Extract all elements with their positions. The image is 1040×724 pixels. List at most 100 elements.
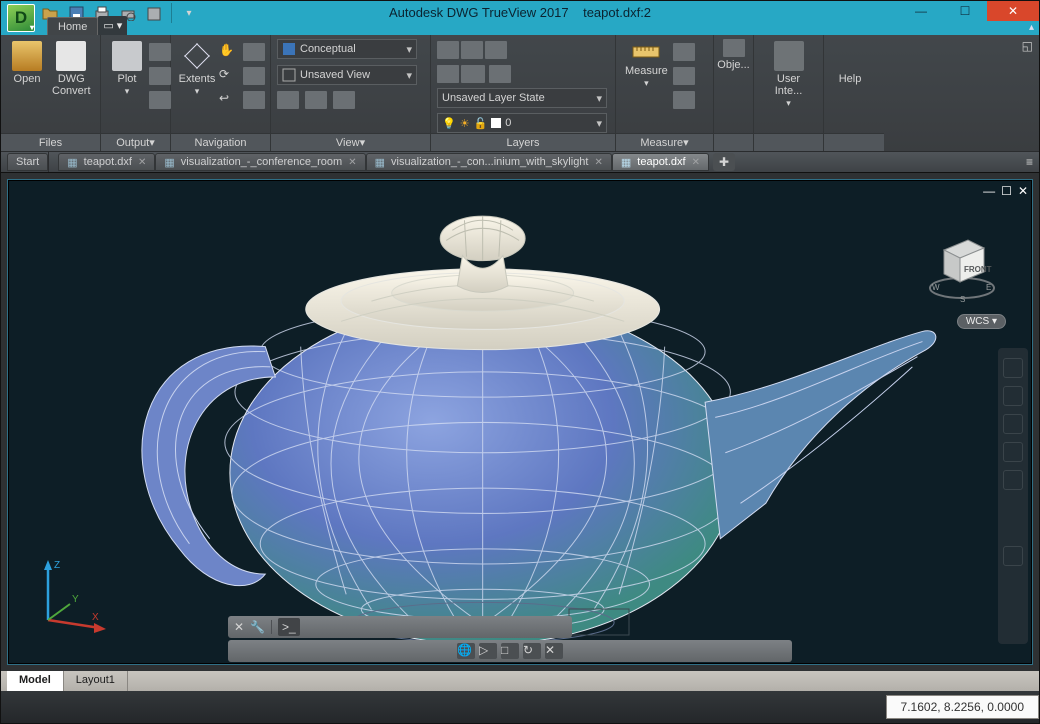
navigation-panel-title: Navigation [171,133,270,151]
visual-style-dropdown[interactable]: Conceptual▾ [277,39,417,59]
start-tab[interactable]: Start [7,153,48,171]
extents-button[interactable]: Extents▾ [177,39,217,133]
doc-tab-3[interactable]: ▦visualization_-_con...inium_with_skylig… [366,153,612,171]
coordinates-readout: 7.1602, 8.2256, 0.0000 [886,695,1039,719]
square-icon[interactable]: □ [501,643,519,659]
plot-button[interactable]: Plot▾ [107,39,147,133]
layers-c-icon[interactable] [489,65,511,83]
command-bar[interactable]: ✕ 🔧 >_ [228,616,572,638]
ucs-icon[interactable]: Z X Y [30,558,110,638]
view-manager-icon[interactable] [277,91,299,109]
model-tab[interactable]: Model [7,671,64,691]
layers-a-icon[interactable] [437,65,459,83]
zoom-tool-icon[interactable] [1003,414,1023,434]
doc-tab-2[interactable]: ▦visualization_-_conference_room✕ [155,153,365,171]
extra-tab[interactable]: ▭ ▾ [98,16,127,35]
app-logo[interactable]: D▾ [7,4,35,32]
minimize-button[interactable]: — [899,1,943,21]
svg-text:Z: Z [54,560,60,571]
measure-panel-title: Measure ▾ [616,133,713,151]
close-icon[interactable]: ✕ [138,157,146,168]
world-icon[interactable]: 🌐 [457,643,475,659]
layout-tabs: Model Layout1 [1,671,1039,691]
ribbon-minimize-icon[interactable]: ▴ [1029,22,1034,33]
clear-icon[interactable]: ✕ [234,620,244,634]
back-icon[interactable]: ↩ [219,91,241,109]
layer-isolate-icon[interactable] [485,41,507,59]
viewport-area: — ☐ ✕ [1,173,1039,671]
teapot-model[interactable] [58,200,968,645]
svg-text:E: E [986,283,991,292]
layers-panel-title: Layers [431,133,615,151]
orbit-icon[interactable]: ⟳ [219,67,241,85]
files-panel-title: Files [1,133,100,151]
orbit-tool-icon[interactable] [1003,442,1023,462]
tab-overflow-icon[interactable]: ≡ [1026,155,1033,169]
batch-plot-icon[interactable] [149,43,171,61]
close-button[interactable]: ✕ [987,1,1039,21]
showmotion-icon[interactable] [1003,470,1023,490]
viewport[interactable]: — ☐ ✕ [7,179,1033,665]
command-prompt-icon[interactable]: >_ [278,618,300,636]
navbar-settings-icon[interactable] [1003,546,1023,566]
viewport-maximize-icon[interactable]: ☐ [1001,184,1012,198]
status-bar: 7.1602, 8.2256, 0.0000 [1,691,1039,723]
open-button[interactable]: Open [7,39,47,133]
new-tab-button[interactable]: ✚ [713,153,735,171]
user-interface-button[interactable]: User Inte...▾ [760,39,817,133]
navigation-bar [998,348,1028,644]
view-panel-title: View ▾ [271,133,430,151]
svg-text:Y: Y [72,594,79,605]
help-button[interactable]: Help [830,39,870,133]
pan-icon[interactable]: ✋ [219,43,241,61]
list-icon[interactable] [673,91,695,109]
svg-text:W: W [932,283,940,292]
model-status-bar: 🌐 ▷ □ ↻ ✕ [228,640,792,662]
steering-wheel-icon[interactable] [243,91,265,109]
doc-tab-active[interactable]: ▦teapot.dxf✕ [612,153,709,171]
svg-text:X: X [92,612,99,623]
svg-text:S: S [960,295,965,304]
distance-icon[interactable] [673,43,695,61]
customize-icon[interactable]: 🔧 [250,620,265,634]
viewport-close-icon[interactable]: ✕ [1018,184,1028,198]
zoom-previous-icon[interactable] [243,67,265,85]
join-viewport-icon[interactable] [333,91,355,109]
plotter-manager-icon[interactable] [149,91,171,109]
layer-state-dropdown[interactable]: Unsaved Layer State▾ [437,88,607,108]
qat-dropdown-icon[interactable]: ▾ [178,3,200,23]
layer-properties-icon[interactable] [437,41,459,59]
area-icon[interactable] [673,67,695,85]
zoom-window-icon[interactable] [243,43,265,61]
named-view-dropdown[interactable]: Unsaved View▾ [277,65,417,85]
close-icon-2[interactable]: ✕ [545,643,563,659]
dwg-convert-label: DWG Convert [52,73,91,97]
publish-icon[interactable] [143,3,165,23]
maximize-button[interactable]: ☐ [943,1,987,21]
measure-button[interactable]: Measure▾ [622,39,671,133]
viewcube[interactable]: S W E FRONT [922,226,1002,306]
play-icon[interactable]: ▷ [479,643,497,659]
layout1-tab[interactable]: Layout1 [64,671,128,691]
viewport-config-icon[interactable] [305,91,327,109]
steering-wheel-icon[interactable] [1003,358,1023,378]
svg-text:FRONT: FRONT [964,265,992,274]
dwg-convert-button[interactable]: DWG Convert [49,39,94,133]
layer-off-icon[interactable] [461,41,483,59]
ribbon: Open DWG Convert Files Plot▾ Output ▾ [1,35,1039,151]
object-manager-icon[interactable] [723,39,745,57]
document-tabs: Start ▦teapot.dxf✕ ▦visualization_-_conf… [1,151,1039,173]
title-bar: D▾ ▾ Autodesk DWG TrueView 2017 teapot.d… [1,1,1039,35]
pan-tool-icon[interactable] [1003,386,1023,406]
page-setup-icon[interactable] [149,67,171,85]
current-layer-dropdown[interactable]: 💡☀🔓 0▾ [437,113,607,133]
wcs-badge[interactable]: WCS ▾ [957,314,1006,329]
ribbon-expand-icon[interactable]: ◱ [1022,39,1033,53]
output-panel-title: Output ▾ [101,133,170,151]
home-tab[interactable]: Home [47,17,98,35]
layers-b-icon[interactable] [463,65,485,83]
window-title: Autodesk DWG TrueView 2017 teapot.dxf:2 [389,5,651,20]
refresh-icon[interactable]: ↻ [523,643,541,659]
viewport-minimize-icon[interactable]: — [983,184,995,198]
doc-tab-1[interactable]: ▦teapot.dxf✕ [58,153,155,171]
